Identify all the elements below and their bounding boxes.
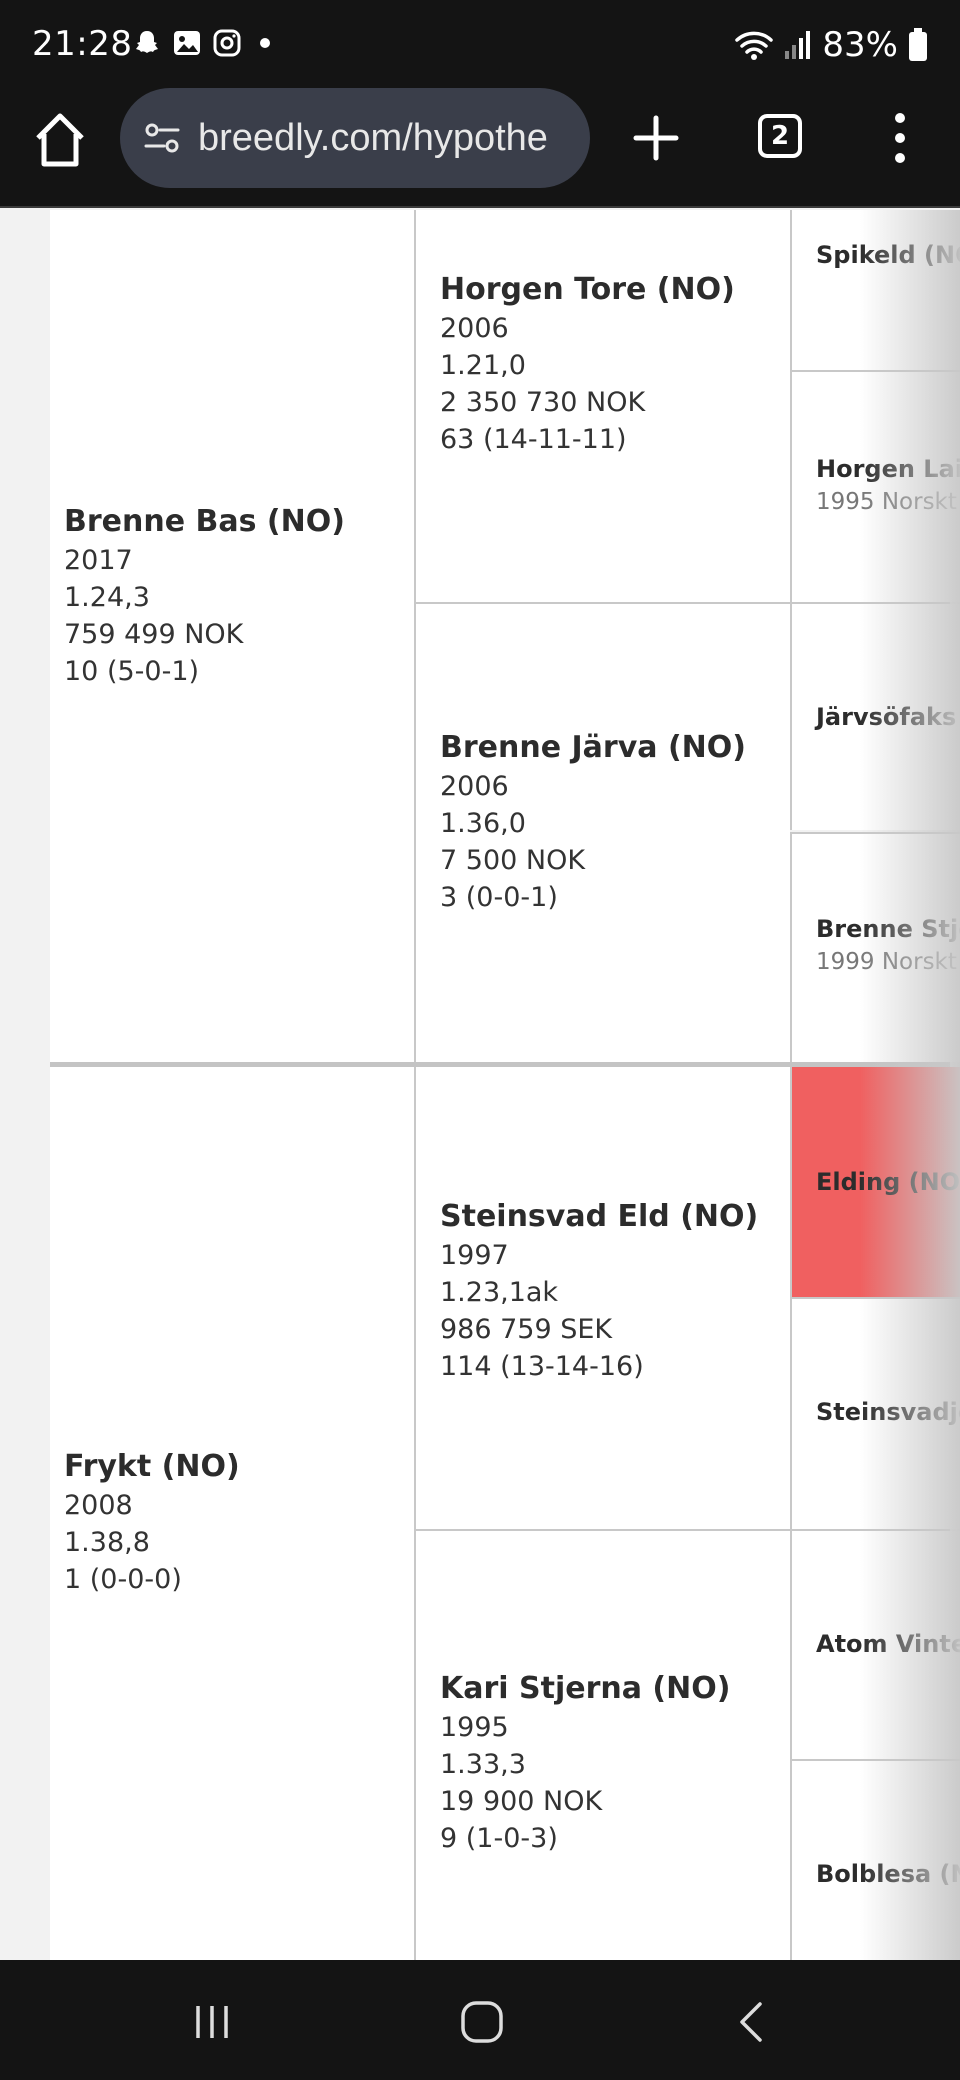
horse-name[interactable]: Elding (NO) [816, 1165, 960, 1199]
system-nav-bar [0, 1960, 960, 2080]
instagram-icon [213, 29, 241, 57]
back-icon[interactable] [736, 2000, 766, 2044]
status-system-icons: 83% [734, 22, 928, 68]
dam-cell[interactable]: Frykt (NO) 2008 1.38,8 1 (0-0-0) [50, 1067, 414, 1960]
pedigree-table: Brenne Bas (NO) 2017 1.24,3 759 499 NOK … [0, 210, 960, 1960]
sire-dam-divider [50, 1062, 950, 1067]
horse-starts: 3 (0-0-1) [440, 882, 558, 913]
tab-count: 2 [770, 121, 790, 151]
horse-earnings: 7 500 NOK [440, 845, 586, 876]
more-vert-icon[interactable] [882, 108, 918, 168]
battery-percent: 83% [822, 25, 898, 65]
horse-name[interactable]: Spikeld (NO) [816, 238, 960, 272]
horse-name[interactable]: Kari Stjerna (NO) [440, 1669, 790, 1709]
horse-name[interactable]: Steinsvad Eld (NO) [440, 1197, 790, 1237]
horse-starts: 1 (0-0-0) [64, 1564, 182, 1595]
tabs-icon[interactable]: 2 [758, 114, 802, 158]
horse-earnings: 19 900 NOK [440, 1786, 603, 1817]
horse-name[interactable]: Atom Vinter [816, 1627, 960, 1661]
horse-year: 2017 [64, 545, 133, 576]
horse-record: 1.21,0 [440, 350, 526, 381]
status-bar: 21:28 83% [0, 0, 960, 88]
horse-name[interactable]: Bolblesa (NC [816, 1857, 960, 1891]
horse-record: 1.23,1ak [440, 1277, 559, 1308]
horse-year: 1997 [440, 1240, 509, 1271]
gen3-cell[interactable]: Brenne Stjer 1999 Norskt [790, 834, 960, 1062]
horse-year: 2006 [440, 771, 509, 802]
horse-record: 1.38,8 [64, 1527, 150, 1558]
notification-dot [260, 38, 270, 48]
site-settings-icon[interactable] [140, 116, 184, 160]
horse-earnings: 759 499 NOK [64, 619, 244, 650]
horse-name[interactable]: Horgen Laila [816, 452, 960, 486]
status-time: 21:28 [32, 24, 133, 64]
horse-record: 1.36,0 [440, 808, 526, 839]
horse-info: 1995 Norskt [816, 489, 957, 515]
address-bar[interactable]: breedly.com/hypothe [120, 88, 590, 188]
gen3-cell[interactable]: Horgen Laila 1995 Norskt [790, 372, 960, 602]
horse-record: 1.24,3 [64, 582, 150, 613]
horse-year: 1995 [440, 1712, 509, 1743]
horse-name[interactable]: Horgen Tore (NO) [440, 270, 790, 310]
sire-sire-cell[interactable]: Horgen Tore (NO) 2006 1.21,0 2 350 730 N… [414, 210, 790, 602]
home-icon[interactable] [32, 110, 88, 170]
browser-toolbar: breedly.com/hypothe 2 [0, 88, 960, 208]
horse-name[interactable]: Brenne Stjer [816, 912, 960, 946]
dam-dam-cell[interactable]: Kari Stjerna (NO) 1995 1.33,3 19 900 NOK… [414, 1531, 790, 1960]
battery-icon [909, 28, 927, 61]
horse-earnings: 2 350 730 NOK [440, 387, 646, 418]
horse-name[interactable]: Frykt (NO) [64, 1447, 414, 1487]
gallery-icon [174, 31, 200, 55]
home-circle-icon[interactable] [460, 2000, 504, 2044]
gen3-cell[interactable]: Järvsöfaks (S [790, 604, 960, 830]
horse-name[interactable]: Järvsöfaks (S [816, 700, 960, 734]
plus-icon[interactable] [630, 112, 682, 164]
wifi-icon [735, 31, 774, 60]
horse-info: 1999 Norskt [816, 949, 957, 975]
gen3-cell[interactable]: Steinsvadjer [790, 1299, 960, 1529]
horse-year: 2008 [64, 1490, 133, 1521]
url-text[interactable]: breedly.com/hypothe [198, 117, 548, 160]
gen3-cell-highlighted[interactable]: Elding (NO) [790, 1067, 960, 1297]
sire-dam-cell[interactable]: Brenne Järva (NO) 2006 1.36,0 7 500 NOK … [414, 604, 790, 1062]
horse-starts: 10 (5-0-1) [64, 656, 200, 687]
gen3-cell[interactable]: Atom Vinter [790, 1531, 960, 1759]
horse-year: 2006 [440, 313, 509, 344]
snapchat-icon [136, 31, 158, 53]
horse-starts: 9 (1-0-3) [440, 1823, 558, 1854]
horse-name[interactable]: Brenne Järva (NO) [440, 728, 790, 768]
gen3-cell[interactable]: Spikeld (NO) [790, 210, 960, 370]
gen3-cell[interactable]: Bolblesa (NC [790, 1761, 960, 1960]
horse-name[interactable]: Steinsvadjer [816, 1395, 960, 1429]
horse-record: 1.33,3 [440, 1749, 526, 1780]
horse-starts: 114 (13-14-16) [440, 1351, 644, 1382]
horse-starts: 63 (14-11-11) [440, 424, 627, 455]
recents-icon[interactable] [192, 2002, 232, 2042]
signal-icon [785, 31, 811, 59]
horse-earnings: 986 759 SEK [440, 1314, 613, 1345]
status-notification-icons [132, 28, 270, 58]
horse-name[interactable]: Brenne Bas (NO) [64, 502, 414, 542]
sire-cell[interactable]: Brenne Bas (NO) 2017 1.24,3 759 499 NOK … [50, 210, 414, 1062]
